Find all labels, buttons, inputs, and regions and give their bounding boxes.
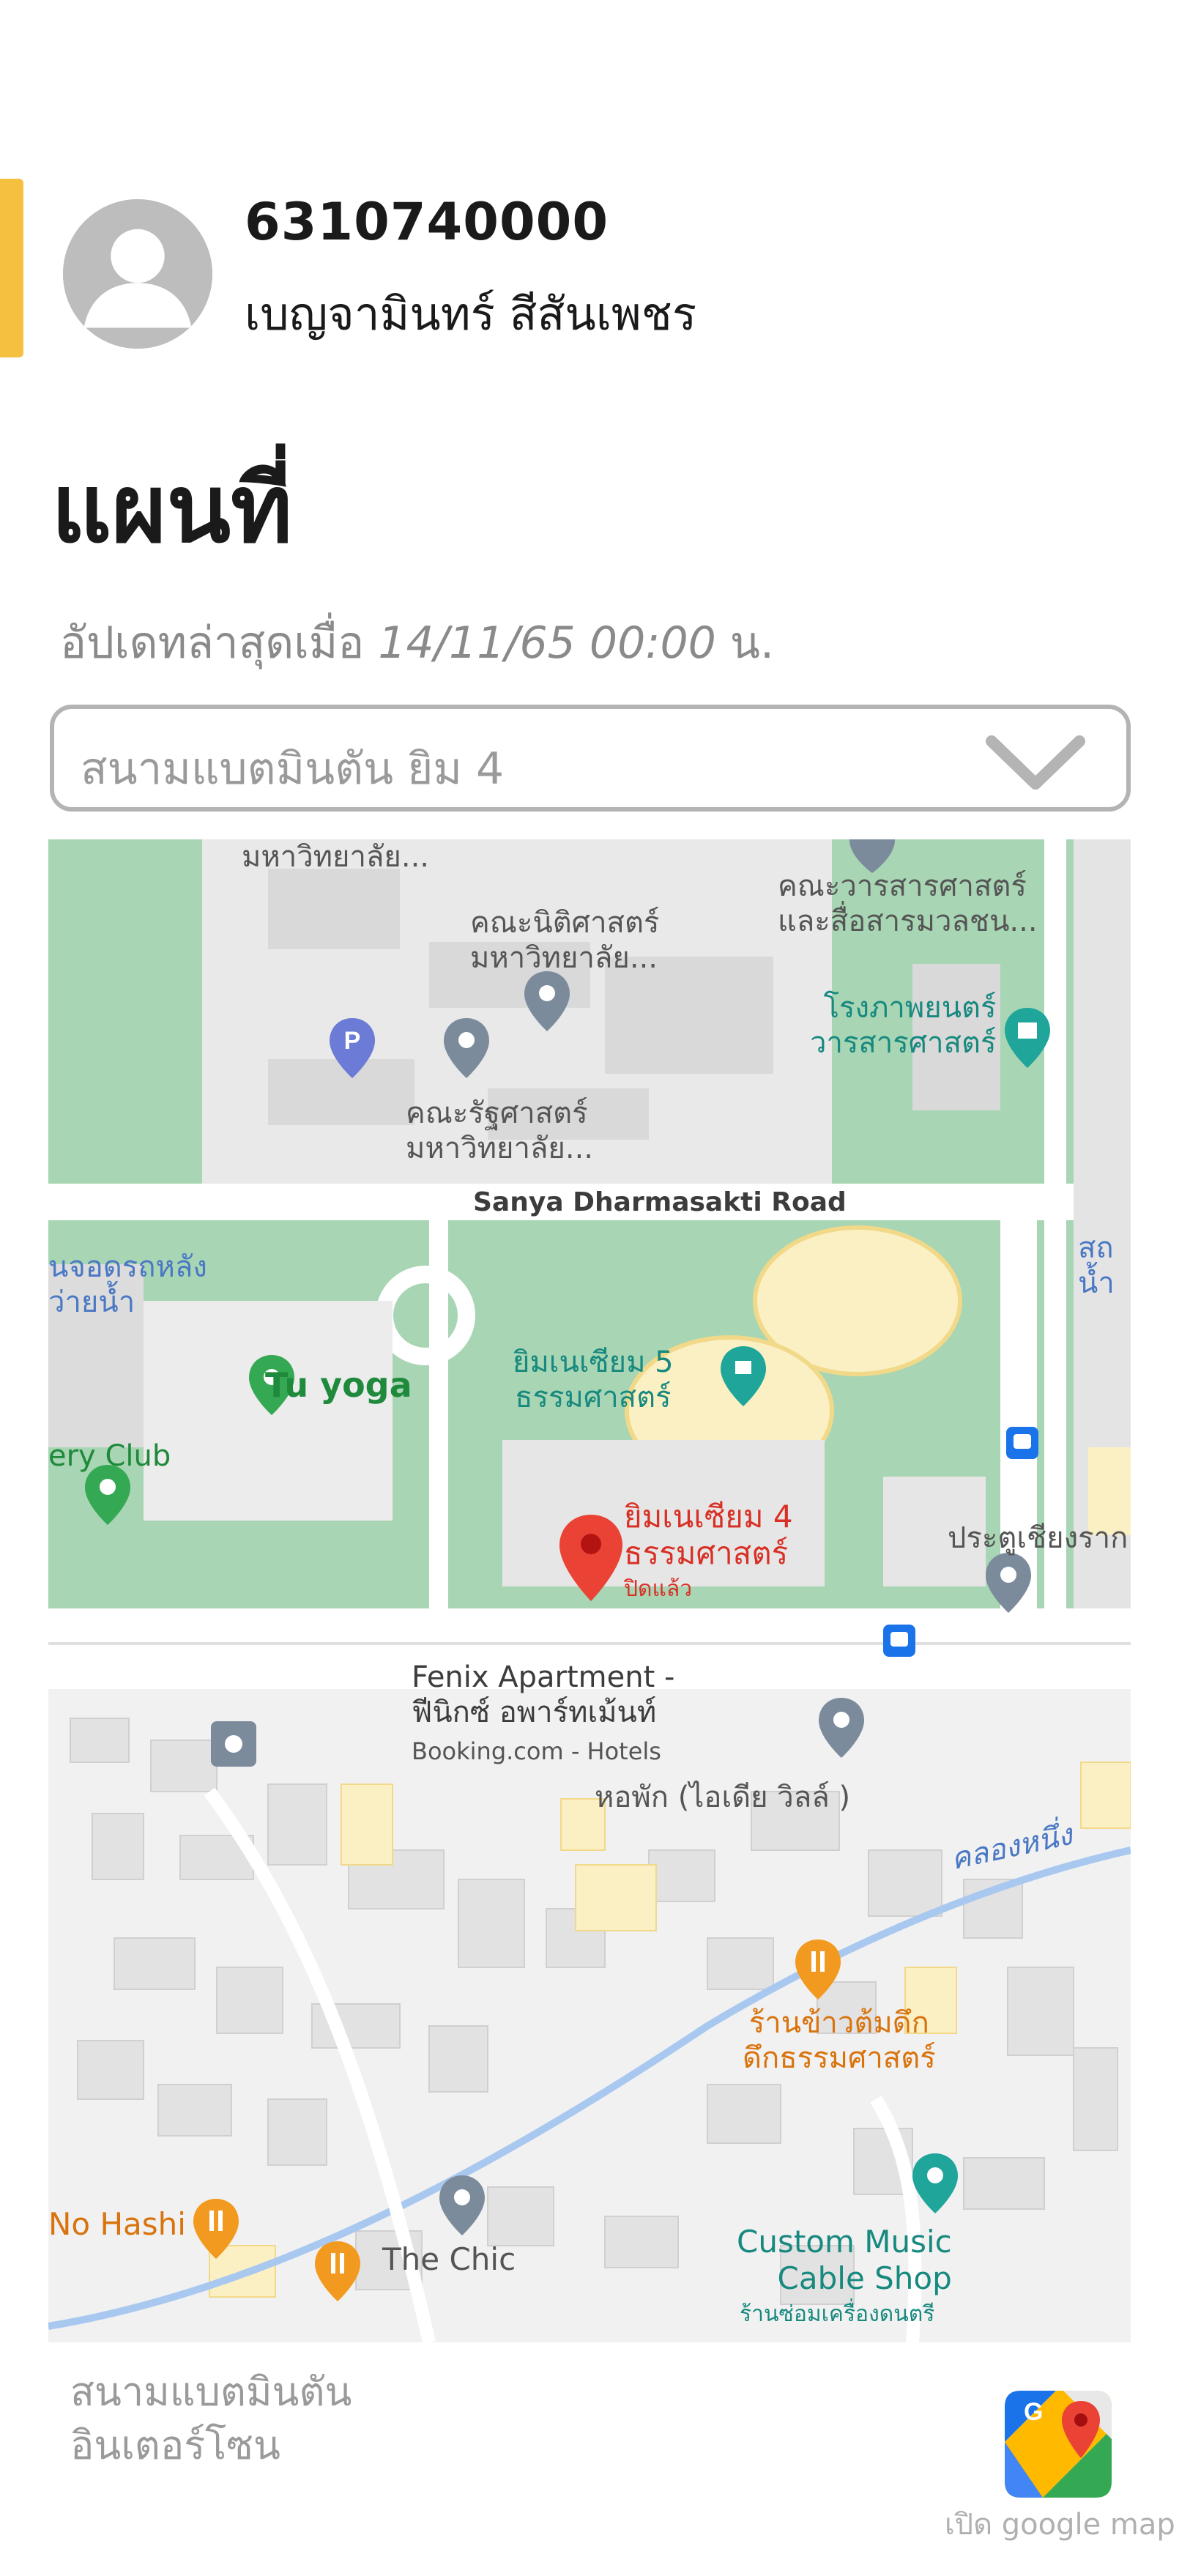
profile-accent-bar: [0, 179, 23, 357]
faculty-marker-icon[interactable]: [441, 1015, 492, 1081]
map-label-law-faculty: คณะนิติศาสตร์ มหาวิทยาลัย...: [470, 906, 660, 975]
hotel-marker-icon[interactable]: [208, 1718, 259, 1777]
svg-text:P: P: [344, 1027, 361, 1055]
cinema-marker-icon[interactable]: [1002, 1005, 1053, 1071]
map-label-parking: นจอดรถหลัง ว่ายน้ำ: [48, 1250, 207, 1319]
map-label-custom-music-sub: ร้านซ่อมเครื่องดนตรี: [740, 2301, 935, 2327]
map-label-club: ery Club: [48, 1439, 171, 1473]
student-id: 6310740000: [245, 192, 609, 252]
map-label-restaurant: ร้านข้าวต้มดึก ดึกธรรมศาสตร์: [743, 2006, 936, 2075]
page-title: แผนที่: [51, 455, 293, 564]
avatar: [63, 199, 212, 349]
map-label-political-faculty: คณะรัฐศาสตร์ มหาวิทยาลัย...: [406, 1096, 594, 1165]
venue-select[interactable]: สนามแบตมินตัน ยิม 4: [50, 705, 1131, 812]
map-label-tu-yoga: Tu yoga: [265, 1365, 412, 1405]
map-label-fenix: Fenix Apartment - ฟีนิกซ์ อพาร์ทเม้นท์: [412, 1660, 675, 1729]
map-label-no-hashi: No Hashi: [48, 2206, 186, 2242]
map-label-gym4-status: ปิดแล้ว: [624, 1576, 693, 1602]
map-label-university: มหาวิทยาลัย...: [242, 840, 430, 874]
open-google-map-link[interactable]: เปิด google map: [945, 2501, 1175, 2547]
venue-name: สนามแบตมินตัน อินเตอร์โซน: [70, 2369, 352, 2468]
updated-prefix: อัปเดทล่าสุดเมื่อ: [60, 617, 365, 669]
parking-icon[interactable]: P: [327, 1015, 378, 1081]
svg-text:G: G: [1024, 2398, 1043, 2426]
music-shop-marker-icon[interactable]: [910, 2150, 961, 2216]
map-label-right-edge: สถ น้ำ: [1078, 1231, 1115, 1300]
google-maps-icon[interactable]: G: [1005, 2391, 1112, 2498]
faculty-marker-icon[interactable]: [521, 968, 573, 1034]
restaurant-marker-icon[interactable]: [792, 1937, 844, 2002]
map-label-journalism-faculty: คณะวารสารศาสตร์ และสื่อสารมวลชน...: [778, 869, 1038, 938]
student-name: เบญจามินทร์ สีสันเพชร: [245, 287, 697, 341]
user-icon: [63, 199, 212, 349]
map-label-gate: ประตูเชียงราก: [948, 1521, 1128, 1555]
updated-time: 14/11/65 00:00: [378, 617, 716, 669]
map-label-gym4: ยิมเนเซียม 4 ธรรมศาสตร์: [624, 1499, 793, 1572]
the-chic-marker-icon[interactable]: [436, 2172, 488, 2238]
map-label-the-chic: The Chic: [382, 2241, 516, 2277]
the-chic-restaurant-marker-icon[interactable]: [312, 2238, 363, 2304]
dorm-marker-icon[interactable]: [816, 1695, 867, 1761]
map-label-dorm: หอพัก (ไอเดีย วิลล์ ): [595, 1781, 851, 1814]
bus-stop-icon[interactable]: [882, 1623, 917, 1658]
gym5-marker-icon[interactable]: [718, 1343, 769, 1409]
map-label-road: Sanya Dharmasakti Road: [473, 1187, 847, 1217]
no-hashi-marker-icon[interactable]: [190, 2196, 242, 2262]
gym4-location-pin-icon[interactable]: [557, 1512, 625, 1604]
map-view[interactable]: P มหาวิทยาลัย... คณะนิติศาสตร์ มหาวิทยาล…: [48, 839, 1131, 2342]
map-label-cinema: โรงภาพยนตร์ วารสารศาสตร์: [810, 991, 997, 1060]
venue-select-value: สนามแบตมินตัน ยิม 4: [81, 743, 505, 795]
map-label-custom-music: Custom Music Cable Shop: [737, 2224, 952, 2297]
bus-stop-icon[interactable]: [1005, 1425, 1040, 1460]
map-label-gym5: ยิมเนเซียม 5 ธรรมศาสตร์: [513, 1345, 674, 1414]
last-updated: อัปเดทล่าสุดเมื่อ 14/11/65 00:00 น.: [60, 608, 774, 678]
gate-marker-icon[interactable]: [983, 1550, 1034, 1616]
updated-suffix: น.: [729, 617, 775, 669]
map-label-fenix-sub: Booking.com - Hotels: [412, 1737, 661, 1765]
chevron-down-icon: [986, 735, 1085, 790]
